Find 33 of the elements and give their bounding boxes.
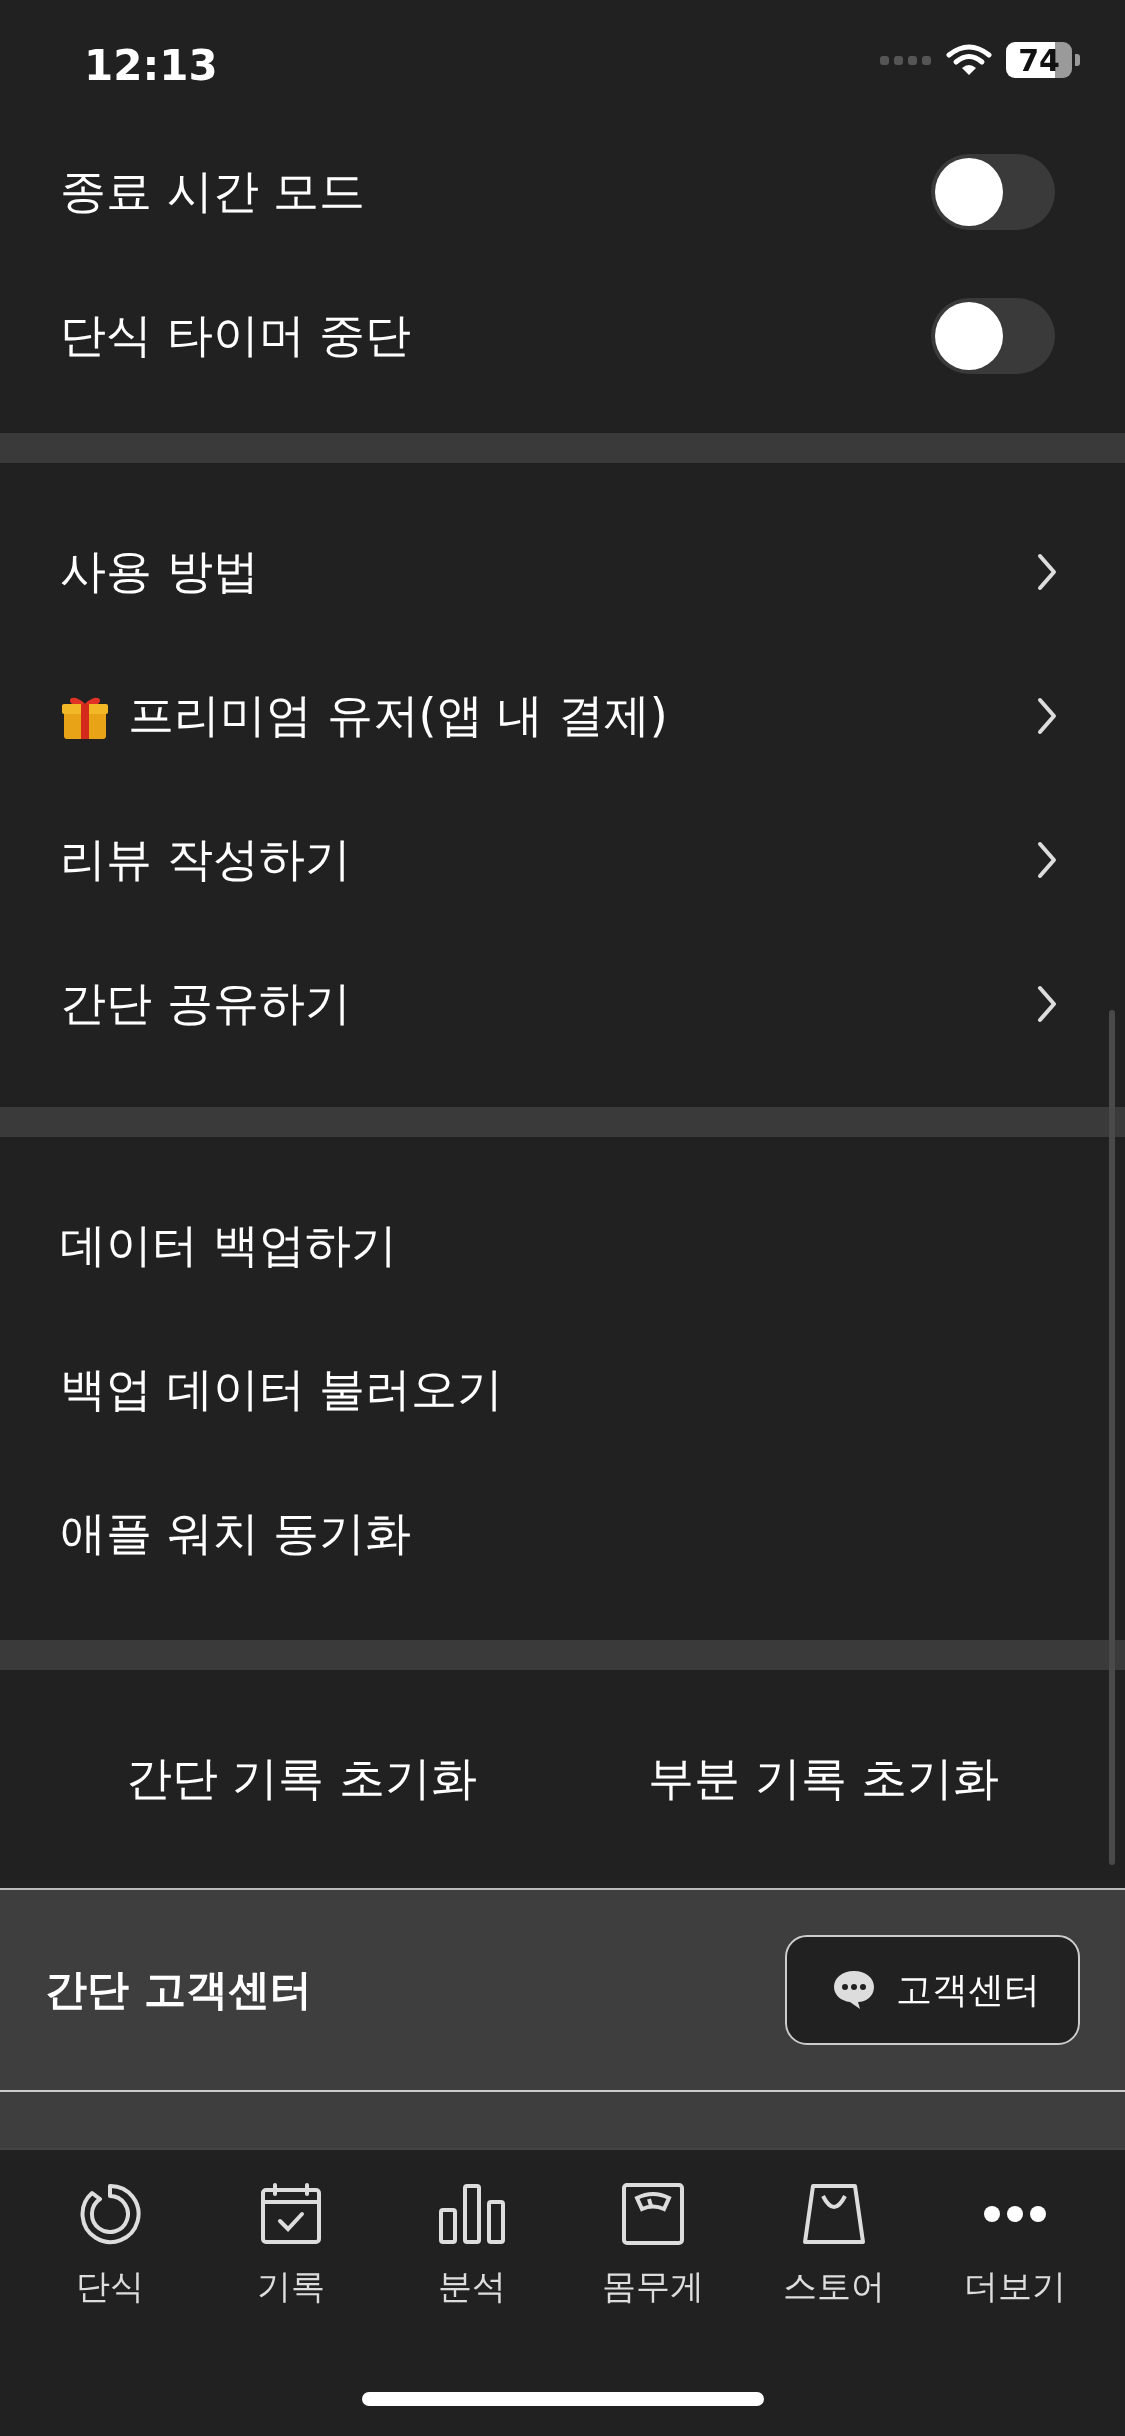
clock: 12:13 (84, 39, 218, 90)
reset-button[interactable]: 간단 기록 초기화 (115, 1738, 487, 1820)
section-title: 간단 고객센터 (45, 1964, 312, 2016)
menu-item[interactable]: 리뷰 작성하기 (60, 829, 1019, 891)
menu-item[interactable]: 간단 공유하기 (60, 973, 1019, 1035)
tab[interactable]: 몸무게 (567, 2182, 738, 2310)
customer-center-button[interactable]: 고객센터 (785, 1935, 1080, 2045)
scale-icon (620, 2182, 685, 2246)
calendar-check-icon (259, 2182, 324, 2246)
signal-icon (880, 54, 932, 66)
timer-icon (78, 2182, 143, 2246)
menu-item[interactable]: 백업 데이터 불러오기 (60, 1359, 504, 1421)
menu-item[interactable]: 데이터 백업하기 (60, 1215, 397, 1277)
tab[interactable]: 더보기 (929, 2182, 1100, 2310)
bag-icon (800, 2182, 867, 2246)
bar-chart-icon (438, 2182, 507, 2246)
chevron-right-icon (1037, 985, 1057, 1023)
menu-item[interactable]: 애플 워치 동기화 (60, 1503, 412, 1565)
more-icon (982, 2204, 1047, 2224)
chat-bubble-icon (832, 1969, 876, 2011)
chevron-right-icon (1037, 841, 1057, 879)
setting-label: 종료 시간 모드 (60, 163, 366, 220)
tab[interactable]: 스토어 (748, 2182, 919, 2310)
tab[interactable]: 단식 (25, 2182, 196, 2310)
menu-item[interactable]: 프리미엄 유저(앱 내 결제) (128, 685, 1019, 747)
wifi-icon (946, 43, 992, 77)
chevron-right-icon (1037, 697, 1057, 735)
tab[interactable]: 기록 (206, 2182, 377, 2310)
reset-button[interactable]: 부분 기록 초기화 (638, 1738, 1010, 1820)
chevron-right-icon (1037, 553, 1057, 591)
tab[interactable]: 분석 (387, 2182, 558, 2310)
menu-item[interactable]: 사용 방법 (60, 541, 1019, 603)
setting-label: 단식 타이머 중단 (60, 307, 412, 364)
